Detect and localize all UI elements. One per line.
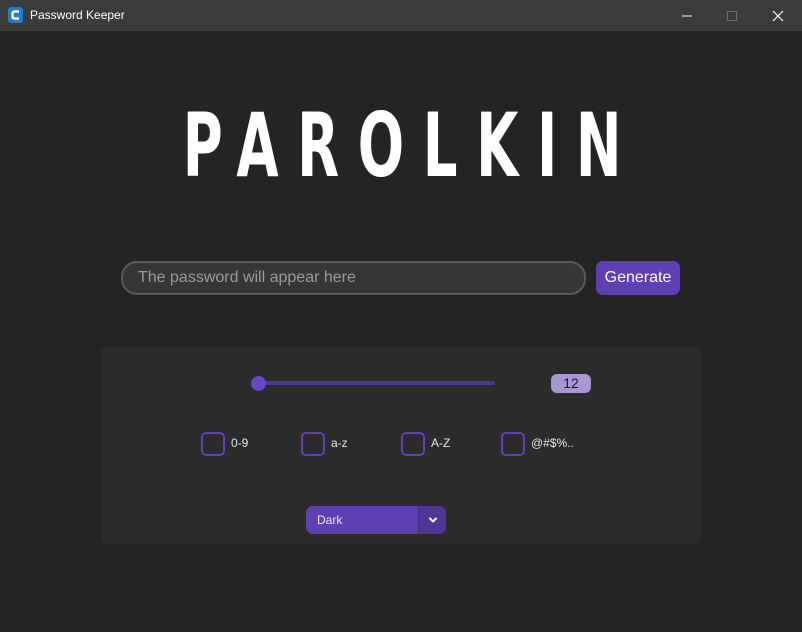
theme-dropdown-toggle[interactable] <box>418 506 446 534</box>
checkbox-uppercase-label[interactable]: A-Z <box>431 436 450 451</box>
checkbox-uppercase[interactable] <box>401 432 425 456</box>
checkbox-digits-label[interactable]: 0-9 <box>231 436 248 451</box>
maximize-icon <box>727 10 737 21</box>
password-output-field[interactable] <box>121 261 586 295</box>
app-c-icon <box>8 7 23 23</box>
minimize-button[interactable] <box>664 0 710 31</box>
length-slider-handle[interactable] <box>251 376 266 391</box>
checkbox-lowercase[interactable] <box>301 432 325 456</box>
checkbox-lowercase-label[interactable]: a-z <box>331 436 348 451</box>
checkbox-symbols[interactable] <box>501 432 525 456</box>
window-title: Password Keeper <box>30 8 125 22</box>
app-logo-text: PAROLKIN <box>182 94 641 197</box>
theme-dropdown-value: Dark <box>317 513 343 527</box>
generate-button[interactable]: Generate <box>596 261 680 295</box>
length-slider-track[interactable] <box>254 381 495 385</box>
chevron-down-icon <box>429 517 437 523</box>
title-bar[interactable]: Password Keeper <box>0 0 802 31</box>
theme-dropdown[interactable]: Dark <box>306 506 446 534</box>
close-button[interactable] <box>755 0 801 31</box>
close-icon <box>772 10 784 21</box>
checkbox-symbols-label[interactable]: @#$%.. <box>531 436 574 451</box>
length-value-badge: 12 <box>551 374 591 393</box>
checkbox-digits[interactable] <box>201 432 225 456</box>
minimize-icon <box>682 15 692 16</box>
app-window: Password Keeper PAROLKIN Generate 12 0-9… <box>0 0 802 632</box>
maximize-button[interactable] <box>709 0 755 31</box>
